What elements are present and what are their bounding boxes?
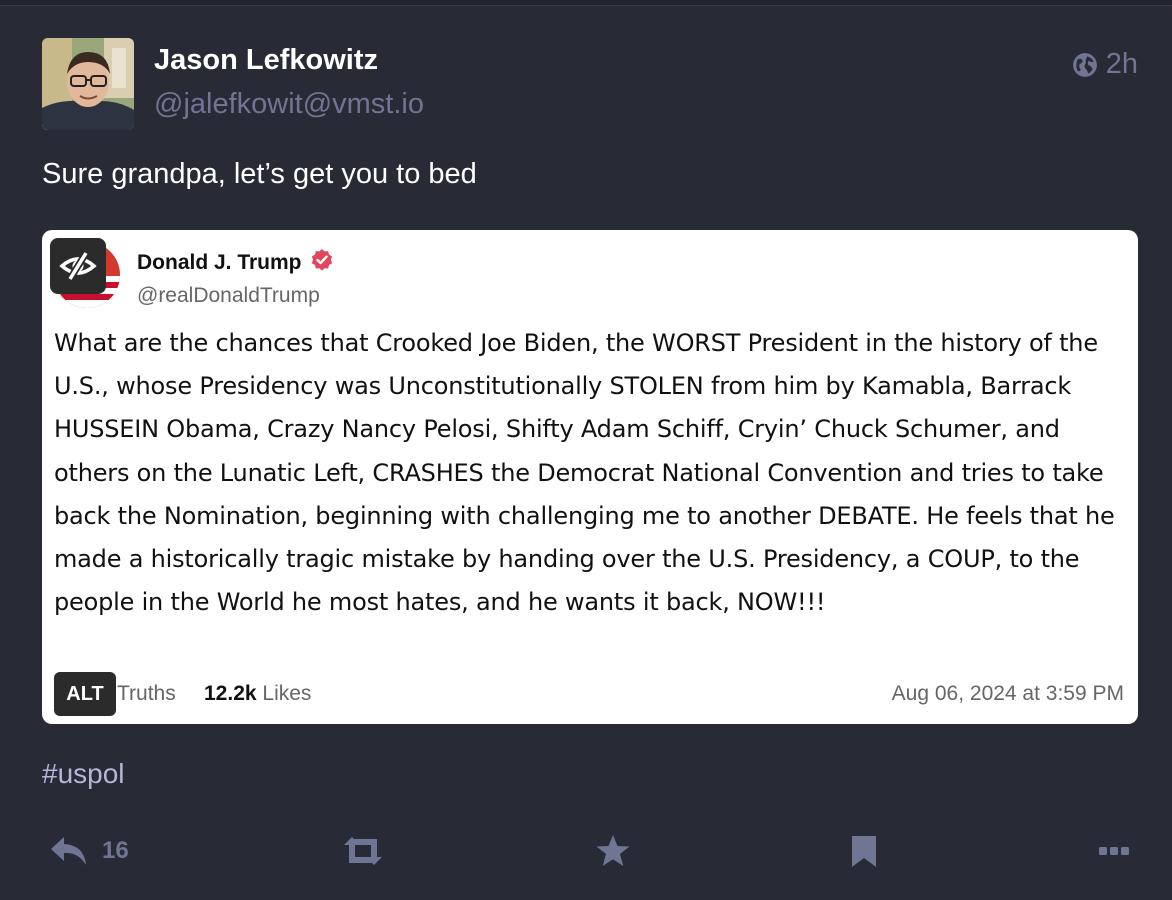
- quoted-author-handle: @realDonaldTrump: [137, 284, 320, 307]
- likes-label: Likes: [262, 682, 312, 705]
- author-handle[interactable]: @jalefkowit@vmst.io: [154, 88, 424, 121]
- favourite-button[interactable]: [595, 826, 631, 876]
- quoted-post-date: Aug 06, 2024 at 3:59 PM: [891, 682, 1124, 705]
- time-ago: 2h: [1105, 48, 1138, 80]
- boost-icon: [342, 835, 384, 867]
- reply-icon: [50, 835, 88, 867]
- eye-slash-icon[interactable]: [50, 238, 106, 294]
- bookmark-button[interactable]: [850, 826, 878, 876]
- post-content: Sure grandpa, let’s get you to bed: [42, 158, 477, 190]
- truths-label: Truths: [117, 682, 176, 705]
- boost-button[interactable]: [342, 826, 384, 876]
- author-display-name[interactable]: Jason Lefkowitz: [154, 44, 378, 77]
- reply-button[interactable]: 16: [50, 826, 129, 876]
- post-timestamp[interactable]: 2h: [1072, 48, 1138, 81]
- more-icon: [1098, 844, 1130, 858]
- quoted-author-name: Donald J. Trump: [137, 248, 334, 278]
- star-icon: [595, 834, 631, 868]
- quoted-author-name-text: Donald J. Trump: [137, 251, 302, 274]
- likes-number: 12.2k: [204, 682, 257, 705]
- author-avatar[interactable]: [42, 38, 134, 130]
- bookmark-icon: [850, 834, 878, 868]
- hashtag-link[interactable]: #uspol: [42, 758, 125, 790]
- globe-icon: [1072, 52, 1098, 78]
- quoted-post-footer: ALT Truths 12.2k Likes Aug 06, 2024 at 3…: [54, 672, 1126, 716]
- likes-count: 12.2k Likes: [204, 682, 311, 706]
- alt-text-button[interactable]: ALT: [54, 672, 116, 716]
- quoted-post-body: What are the chances that Crooked Joe Bi…: [54, 329, 1115, 617]
- more-button[interactable]: [1098, 826, 1130, 876]
- reply-count: 16: [102, 837, 129, 864]
- action-bar: 16: [0, 826, 1172, 876]
- verified-badge-icon: [310, 248, 334, 278]
- status-post[interactable]: Jason Lefkowitz @jalefkowit@vmst.io 2h S…: [0, 6, 1172, 900]
- attached-image[interactable]: Donald J. Trump @realDonaldTrump What ar…: [42, 230, 1138, 724]
